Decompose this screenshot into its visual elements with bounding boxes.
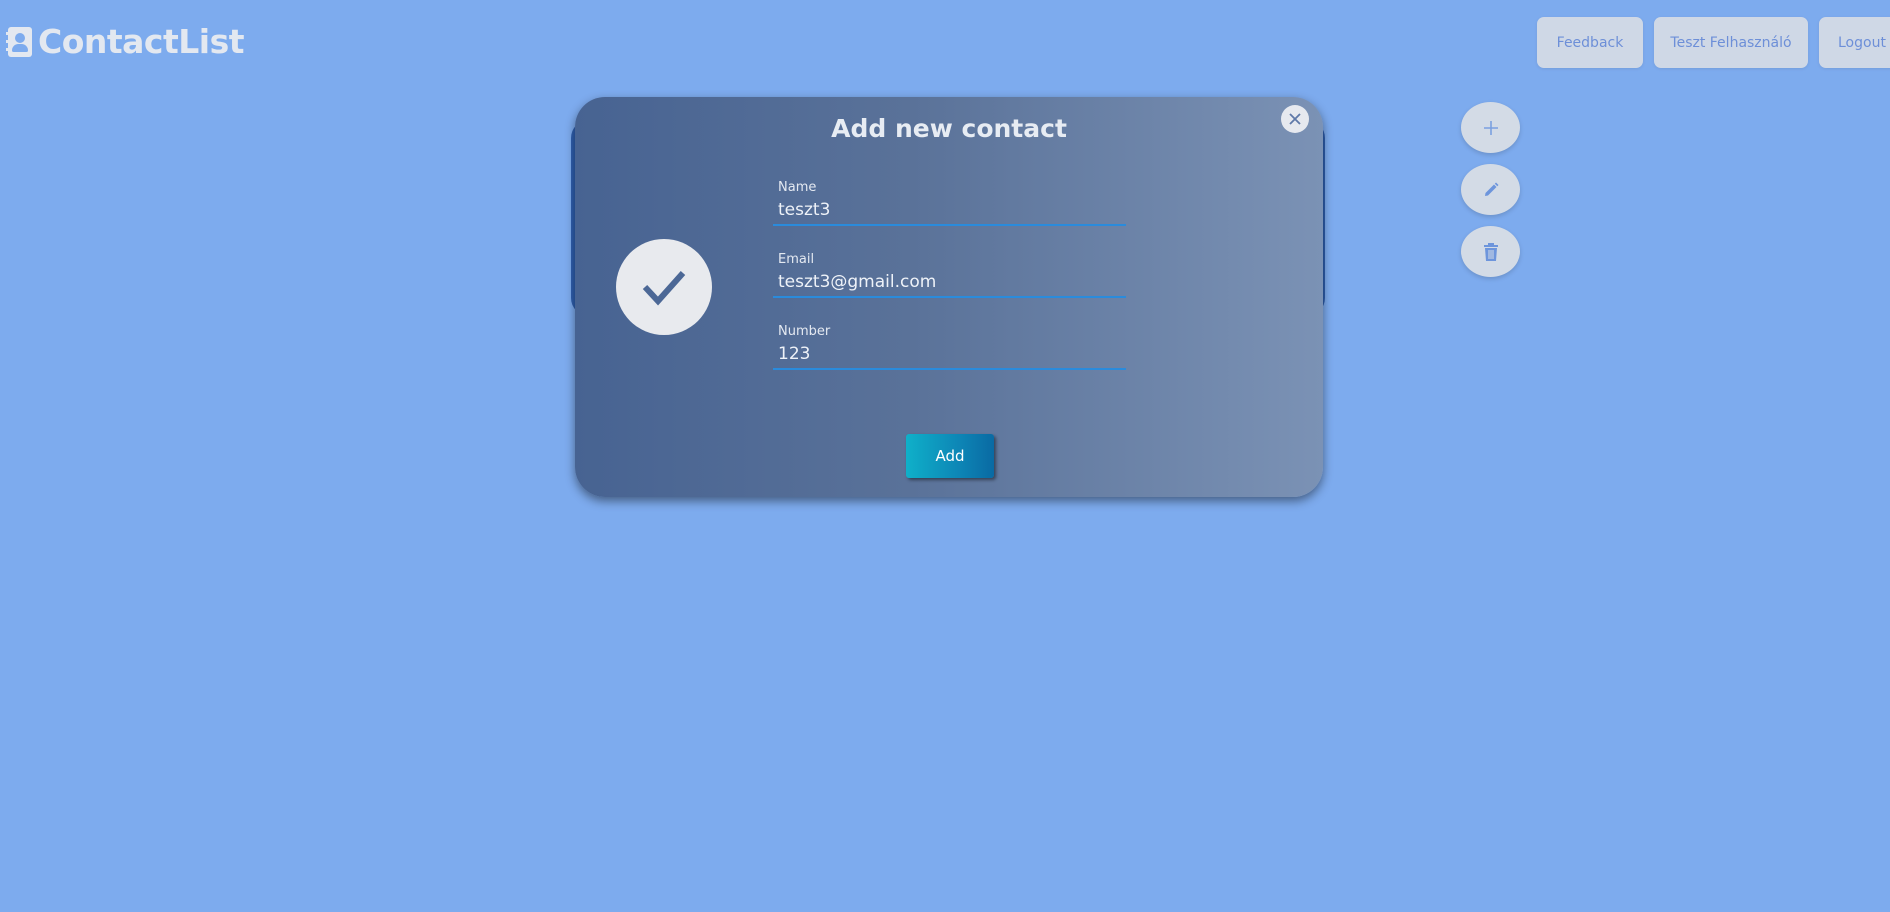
close-icon bbox=[1289, 113, 1301, 125]
user-profile-button[interactable]: Teszt Felhasználó bbox=[1654, 17, 1808, 68]
add-button[interactable]: Add bbox=[906, 434, 994, 478]
email-field: Email bbox=[773, 252, 1126, 324]
app-logo: ContactList bbox=[6, 22, 245, 61]
checkmark-icon bbox=[642, 271, 686, 306]
pencil-icon bbox=[1484, 182, 1498, 196]
top-nav: Feedback Teszt Felhasználó Logout bbox=[1537, 17, 1890, 68]
add-contact-button[interactable] bbox=[1461, 102, 1520, 153]
edit-contact-button[interactable] bbox=[1461, 164, 1520, 215]
app-title: ContactList bbox=[38, 22, 245, 61]
modal-title: Add new contact bbox=[831, 114, 1067, 143]
logout-button[interactable]: Logout bbox=[1819, 17, 1890, 68]
number-input[interactable] bbox=[773, 340, 1126, 370]
delete-contact-button[interactable] bbox=[1461, 226, 1520, 277]
contact-card-icon bbox=[6, 26, 34, 57]
email-label: Email bbox=[778, 252, 815, 267]
avatar bbox=[616, 239, 712, 335]
number-field: Number bbox=[773, 324, 1126, 396]
number-label: Number bbox=[778, 324, 831, 339]
add-contact-modal: Add new contact Name Email Number Add bbox=[575, 97, 1323, 497]
name-field: Name bbox=[773, 180, 1126, 252]
name-input[interactable] bbox=[773, 196, 1126, 226]
feedback-button[interactable]: Feedback bbox=[1537, 17, 1643, 68]
email-input[interactable] bbox=[773, 268, 1126, 298]
plus-icon bbox=[1483, 120, 1498, 135]
close-button[interactable] bbox=[1281, 105, 1309, 133]
trash-icon bbox=[1483, 242, 1498, 261]
name-label: Name bbox=[778, 180, 817, 195]
contact-form: Name Email Number bbox=[773, 180, 1126, 396]
contact-actions bbox=[1461, 102, 1520, 277]
